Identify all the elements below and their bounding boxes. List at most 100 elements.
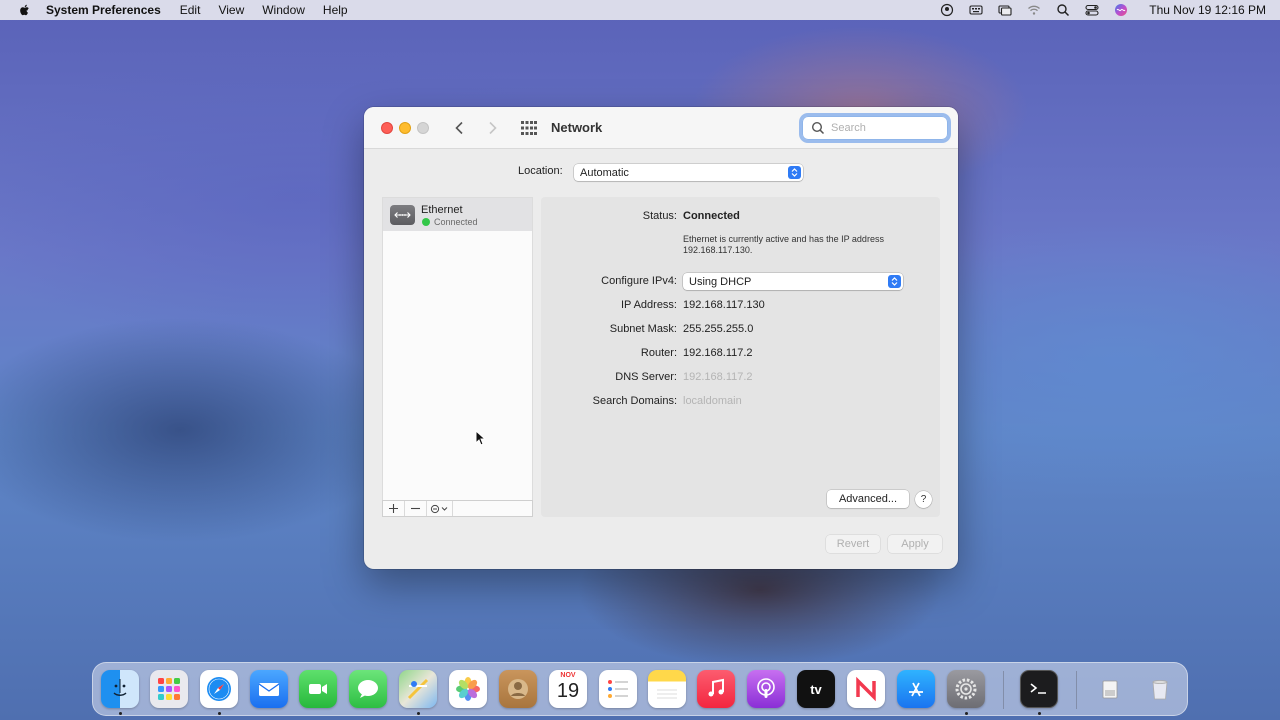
advanced-button[interactable]: Advanced...: [827, 490, 909, 508]
dock-podcasts[interactable]: [747, 670, 785, 708]
status-value: Connected: [683, 210, 740, 222]
action-menu-icon: [430, 504, 447, 513]
dns-server-value: 192.168.117.2: [683, 371, 753, 383]
dock-music[interactable]: [697, 670, 735, 708]
chevron-updown-icon: [788, 166, 801, 179]
search-icon: [811, 121, 825, 135]
apply-button[interactable]: Apply: [888, 535, 942, 553]
dock-separator: [1003, 671, 1004, 709]
dock-reminders[interactable]: [599, 670, 637, 708]
service-status: Connected: [434, 217, 478, 227]
dock-calendar[interactable]: NOV 19: [549, 670, 587, 708]
show-all-grid-icon[interactable]: [521, 121, 537, 135]
ethernet-icon: [390, 205, 415, 225]
menu-app-name[interactable]: System Preferences: [46, 3, 161, 17]
dock-mail[interactable]: [250, 670, 288, 708]
dock-separator: [1076, 671, 1077, 709]
forward-arrow-icon[interactable]: [484, 120, 500, 136]
zoom-button[interactable]: [417, 122, 429, 134]
dock-notes[interactable]: [648, 670, 686, 708]
gear-icon: [955, 678, 977, 700]
running-indicator: [417, 712, 420, 715]
launchpad-icon: [158, 678, 180, 700]
keyboard-icon[interactable]: [969, 3, 983, 17]
connected-status-dot: [422, 218, 430, 226]
service-item-ethernet[interactable]: Ethernet Connected: [383, 198, 532, 231]
dock-app-store[interactable]: [897, 670, 935, 708]
location-select[interactable]: Automatic: [574, 164, 803, 181]
running-indicator: [1038, 712, 1041, 715]
trash-icon: [1152, 680, 1168, 700]
facetime-icon: [309, 684, 327, 694]
messages-icon: [358, 680, 378, 698]
service-list[interactable]: Ethernet Connected: [382, 197, 533, 501]
running-indicator: [965, 712, 968, 715]
close-button[interactable]: [381, 122, 393, 134]
add-service-button[interactable]: [383, 501, 405, 516]
dock-terminal[interactable]: [1020, 670, 1058, 708]
dock-downloads-stack[interactable]: [1091, 670, 1129, 708]
configure-ipv4-select[interactable]: Using DHCP: [683, 273, 903, 290]
reminders-icon: [608, 680, 628, 698]
apple-tv-icon: tv: [810, 681, 822, 697]
user-icon[interactable]: [940, 3, 954, 17]
search-input[interactable]: [831, 122, 931, 134]
calendar-day: 19: [556, 680, 580, 702]
spotlight-search-icon[interactable]: [1056, 3, 1070, 17]
menu-clock[interactable]: Thu Nov 19 12:16 PM: [1149, 3, 1266, 17]
search-field[interactable]: [802, 116, 948, 140]
minimize-button[interactable]: [399, 122, 411, 134]
router-label: Router:: [640, 347, 677, 359]
dock-photos[interactable]: [449, 670, 487, 708]
service-actions-button[interactable]: [427, 501, 453, 516]
back-arrow-icon[interactable]: [452, 120, 468, 136]
photos-icon: [456, 677, 480, 701]
notes-icon: [657, 689, 677, 699]
display-mirroring-icon[interactable]: [998, 3, 1012, 17]
window-title: Network: [551, 120, 603, 135]
mouse-pointer-icon: [475, 430, 486, 446]
menu-bar: System Preferences Edit View Window Help…: [0, 0, 1280, 20]
status-label: Status:: [642, 210, 677, 222]
wifi-icon[interactable]: [1027, 3, 1041, 17]
dock-finder[interactable]: [101, 670, 139, 708]
chevron-updown-icon: [888, 275, 901, 288]
menu-edit[interactable]: Edit: [180, 3, 201, 17]
app-store-icon: [909, 682, 923, 697]
dock: NOV 19 tv: [92, 662, 1188, 716]
menu-view[interactable]: View: [218, 3, 244, 17]
network-preferences-window: Network Location: Automatic Ethernet Con…: [364, 107, 958, 569]
control-center-icon[interactable]: [1085, 3, 1099, 17]
dock-launchpad[interactable]: [150, 670, 188, 708]
subnet-mask-value: 255.255.255.0: [683, 323, 754, 335]
music-icon: [708, 678, 724, 697]
status-description: Ethernet is currently active and has the…: [683, 234, 884, 255]
remove-service-button[interactable]: [405, 501, 427, 516]
dns-server-label: DNS Server:: [615, 371, 677, 383]
dock-system-preferences[interactable]: [947, 670, 985, 708]
service-list-toolbar: [382, 500, 533, 517]
help-button[interactable]: ?: [915, 491, 932, 508]
dock-maps[interactable]: [399, 670, 437, 708]
ip-address-label: IP Address:: [620, 299, 677, 311]
menu-window[interactable]: Window: [262, 3, 305, 17]
subnet-mask-label: Subnet Mask:: [609, 323, 677, 335]
dock-contacts[interactable]: [499, 670, 537, 708]
location-label: Location:: [518, 165, 563, 177]
safari-icon: [207, 677, 231, 701]
dock-news[interactable]: [847, 670, 885, 708]
router-value: 192.168.117.2: [683, 347, 753, 359]
apple-menu-icon[interactable]: [18, 3, 32, 17]
dock-safari[interactable]: [200, 670, 238, 708]
dock-trash[interactable]: [1141, 670, 1179, 708]
network-detail-pane: Status: Connected Ethernet is currently …: [541, 197, 940, 517]
mail-icon: [258, 683, 280, 696]
dock-messages[interactable]: [349, 670, 387, 708]
revert-button[interactable]: Revert: [826, 535, 880, 553]
siri-icon[interactable]: [1114, 3, 1128, 17]
dock-tv[interactable]: tv: [797, 670, 835, 708]
podcasts-icon: [757, 678, 775, 698]
search-domains-label: Search Domains:: [592, 395, 677, 407]
menu-help[interactable]: Help: [323, 3, 348, 17]
dock-facetime[interactable]: [299, 670, 337, 708]
